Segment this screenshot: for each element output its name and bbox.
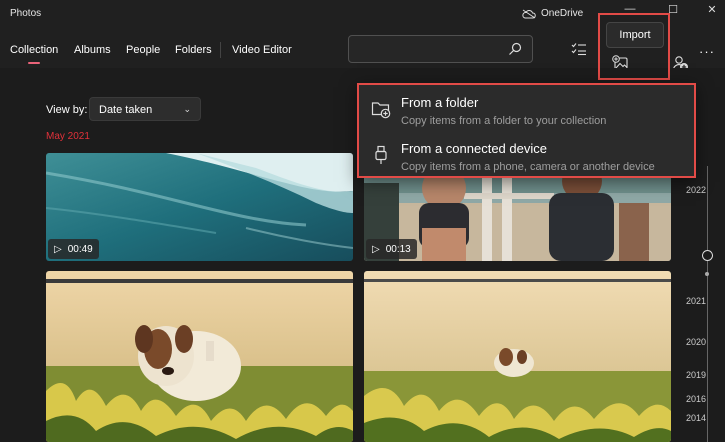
minimize-button[interactable]: —	[615, 2, 645, 16]
timeline-year[interactable]: 2020	[686, 337, 706, 347]
media-tile-video[interactable]: ▷ 00:49	[46, 153, 353, 261]
play-icon: ▷	[372, 243, 380, 255]
checklist-icon	[571, 43, 586, 56]
import-tooltip: Import	[606, 22, 664, 48]
month-heading: May 2021	[46, 131, 90, 142]
duration-text: 00:49	[67, 243, 93, 255]
menu-item-title: From a connected device	[401, 141, 547, 156]
tab-collection[interactable]: Collection	[10, 44, 58, 56]
import-menu: From a folder Copy items from a folder t…	[357, 83, 696, 178]
onedrive-status[interactable]: OneDrive	[522, 8, 583, 19]
timeline-year[interactable]: 2022	[686, 185, 706, 195]
timeline-year[interactable]: 2016	[686, 394, 706, 404]
menu-item-from-folder[interactable]: From a folder Copy items from a folder t…	[359, 89, 694, 133]
timeline-year[interactable]: 2014	[686, 413, 706, 423]
timeline-year[interactable]: 2021	[686, 296, 706, 306]
view-by-dropdown[interactable]: Date taken ⌄	[89, 97, 201, 121]
timeline-track[interactable]	[707, 166, 708, 442]
search-icon[interactable]	[508, 42, 522, 56]
tab-albums[interactable]: Albums	[74, 44, 111, 56]
folder-add-icon	[371, 102, 391, 119]
cloud-off-icon	[522, 9, 536, 18]
menu-item-title: From a folder	[401, 95, 479, 110]
menu-item-subtitle: Copy items from a phone, camera or anoth…	[401, 161, 655, 173]
tab-folders[interactable]: Folders	[175, 44, 212, 56]
dog-in-flowers-far-thumbnail	[364, 271, 671, 442]
app-title: Photos	[10, 8, 42, 19]
play-icon: ▷	[54, 243, 62, 255]
duration-text: 00:13	[385, 243, 411, 255]
chevron-down-icon: ⌄	[183, 104, 191, 114]
view-by-value: Date taken	[99, 104, 153, 116]
onedrive-label: OneDrive	[541, 8, 584, 19]
select-button[interactable]	[570, 40, 588, 58]
close-button[interactable]: ✕	[697, 2, 725, 16]
timeline-marker	[705, 272, 709, 276]
video-duration-badge: ▷ 00:13	[366, 239, 417, 259]
menu-item-from-device[interactable]: From a connected device Copy items from …	[359, 135, 694, 179]
video-duration-badge: ▷ 00:49	[48, 239, 99, 259]
more-options-button[interactable]: ···	[697, 44, 717, 59]
maximize-button[interactable]: ☐	[658, 2, 688, 16]
dog-in-flowers-thumbnail	[46, 271, 353, 442]
tab-people[interactable]: People	[126, 44, 160, 56]
view-by-label: View by:	[46, 104, 88, 116]
timeline-thumb[interactable]	[702, 250, 713, 261]
tab-video-editor[interactable]: Video Editor	[232, 44, 292, 56]
menu-item-subtitle: Copy items from a folder to your collect…	[401, 115, 607, 127]
timeline-year[interactable]: 2019	[686, 370, 706, 380]
media-tile-photo[interactable]	[46, 271, 353, 442]
search-input[interactable]	[348, 35, 533, 63]
nav-divider	[220, 42, 221, 58]
active-tab-indicator	[28, 62, 40, 64]
usb-icon	[375, 145, 387, 164]
media-tile-photo[interactable]	[364, 271, 671, 442]
